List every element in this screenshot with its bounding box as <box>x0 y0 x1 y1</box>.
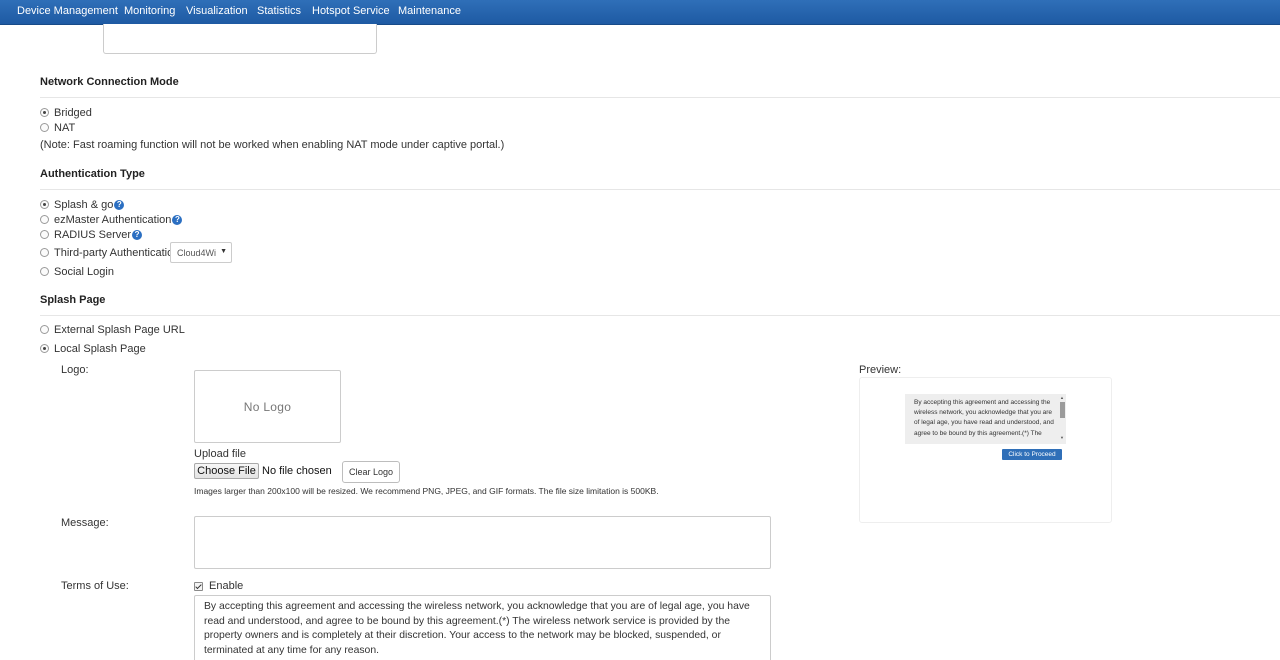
preview-label: Preview: <box>859 364 902 376</box>
nav-visualization[interactable]: Visualization <box>186 5 248 17</box>
preview-terms-text: By accepting this agreement and accessin… <box>914 399 1054 437</box>
file-status-text: No file chosen <box>262 465 332 477</box>
choose-file-button[interactable]: Choose File <box>194 463 259 479</box>
image-size-hint: Images larger than 200x100 will be resiz… <box>194 486 659 496</box>
click-to-proceed-button[interactable]: Click to Proceed <box>1002 449 1062 460</box>
radio-local-splash-page[interactable]: Local Splash Page <box>40 342 146 355</box>
preview-terms-box[interactable]: By accepting this agreement and accessin… <box>905 394 1066 444</box>
radio-label: Splash & go <box>54 198 114 211</box>
radio-button-selected[interactable] <box>40 108 49 117</box>
nav-device-management[interactable]: Device Management <box>17 5 118 17</box>
radio-label: Third-party Authentication <box>54 246 180 259</box>
scroll-down-icon[interactable]: ▼ <box>1060 436 1064 440</box>
message-label: Message: <box>61 517 109 529</box>
nav-monitoring[interactable]: Monitoring <box>124 5 175 17</box>
radio-splash-go[interactable]: Splash & go ? <box>40 198 125 211</box>
radio-button[interactable] <box>40 325 49 334</box>
scroll-up-icon[interactable]: ▲ <box>1060 396 1064 400</box>
enable-terms-checkbox[interactable] <box>194 582 203 591</box>
splash-page-title: Splash Page <box>40 294 106 306</box>
top-navbar: Device Management Monitoring Visualizati… <box>0 0 1280 25</box>
radio-label: ezMaster Authentication <box>54 213 172 226</box>
section-divider <box>40 189 1280 190</box>
radio-button-selected[interactable] <box>40 200 49 209</box>
radio-ezmaster-auth[interactable]: ezMaster Authentication ? <box>40 213 183 226</box>
radio-nat[interactable]: NAT <box>40 121 75 134</box>
message-textarea[interactable] <box>194 516 771 569</box>
logo-preview: No Logo <box>194 370 341 443</box>
nav-maintenance[interactable]: Maintenance <box>398 5 461 17</box>
nat-note: (Note: Fast roaming function will not be… <box>40 139 505 151</box>
terms-textarea[interactable]: By accepting this agreement and accessin… <box>194 595 771 660</box>
radio-social-login[interactable]: Social Login <box>40 265 114 278</box>
radio-label: RADIUS Server <box>54 228 132 241</box>
radio-label: Local Splash Page <box>54 342 146 355</box>
nav-hotspot-service[interactable]: Hotspot Service <box>312 5 390 17</box>
select-value: Cloud4Wi <box>177 248 217 258</box>
radio-button[interactable] <box>40 267 49 276</box>
radio-button-selected[interactable] <box>40 344 49 353</box>
logo-label: Logo: <box>61 364 89 376</box>
nav-statistics[interactable]: Statistics <box>257 5 301 17</box>
third-party-select[interactable]: Cloud4Wi ▼ <box>170 242 232 263</box>
terms-of-use-label: Terms of Use: <box>61 580 129 592</box>
radio-label: Bridged <box>54 106 92 119</box>
preview-scrollbar[interactable]: ▲ ▼ <box>1060 396 1065 440</box>
radio-label: Social Login <box>54 265 114 278</box>
help-icon[interactable]: ? <box>132 229 143 240</box>
section-divider <box>40 97 1280 98</box>
help-icon[interactable]: ? <box>114 199 125 210</box>
radio-radius-server[interactable]: RADIUS Server ? <box>40 228 143 241</box>
radio-button[interactable] <box>40 215 49 224</box>
caret-down-icon: ▼ <box>220 248 227 255</box>
radio-external-splash-url[interactable]: External Splash Page URL <box>40 323 185 336</box>
radio-button[interactable] <box>40 230 49 239</box>
help-icon[interactable]: ? <box>172 214 183 225</box>
scroll-thumb[interactable] <box>1060 402 1065 418</box>
clear-logo-button[interactable]: Clear Logo <box>342 461 400 483</box>
section-divider <box>40 315 1280 316</box>
radio-bridged[interactable]: Bridged <box>40 106 92 119</box>
radio-label: External Splash Page URL <box>54 323 185 336</box>
radio-label: NAT <box>54 121 76 134</box>
upload-file-label: Upload file <box>194 448 246 460</box>
radio-third-party-auth[interactable]: Third-party Authentication <box>40 246 179 259</box>
auth-type-title: Authentication Type <box>40 168 145 180</box>
partial-text-input[interactable] <box>103 24 377 54</box>
radio-button[interactable] <box>40 123 49 132</box>
enable-label: Enable <box>209 580 244 592</box>
radio-button[interactable] <box>40 248 49 257</box>
network-mode-title: Network Connection Mode <box>40 76 179 88</box>
